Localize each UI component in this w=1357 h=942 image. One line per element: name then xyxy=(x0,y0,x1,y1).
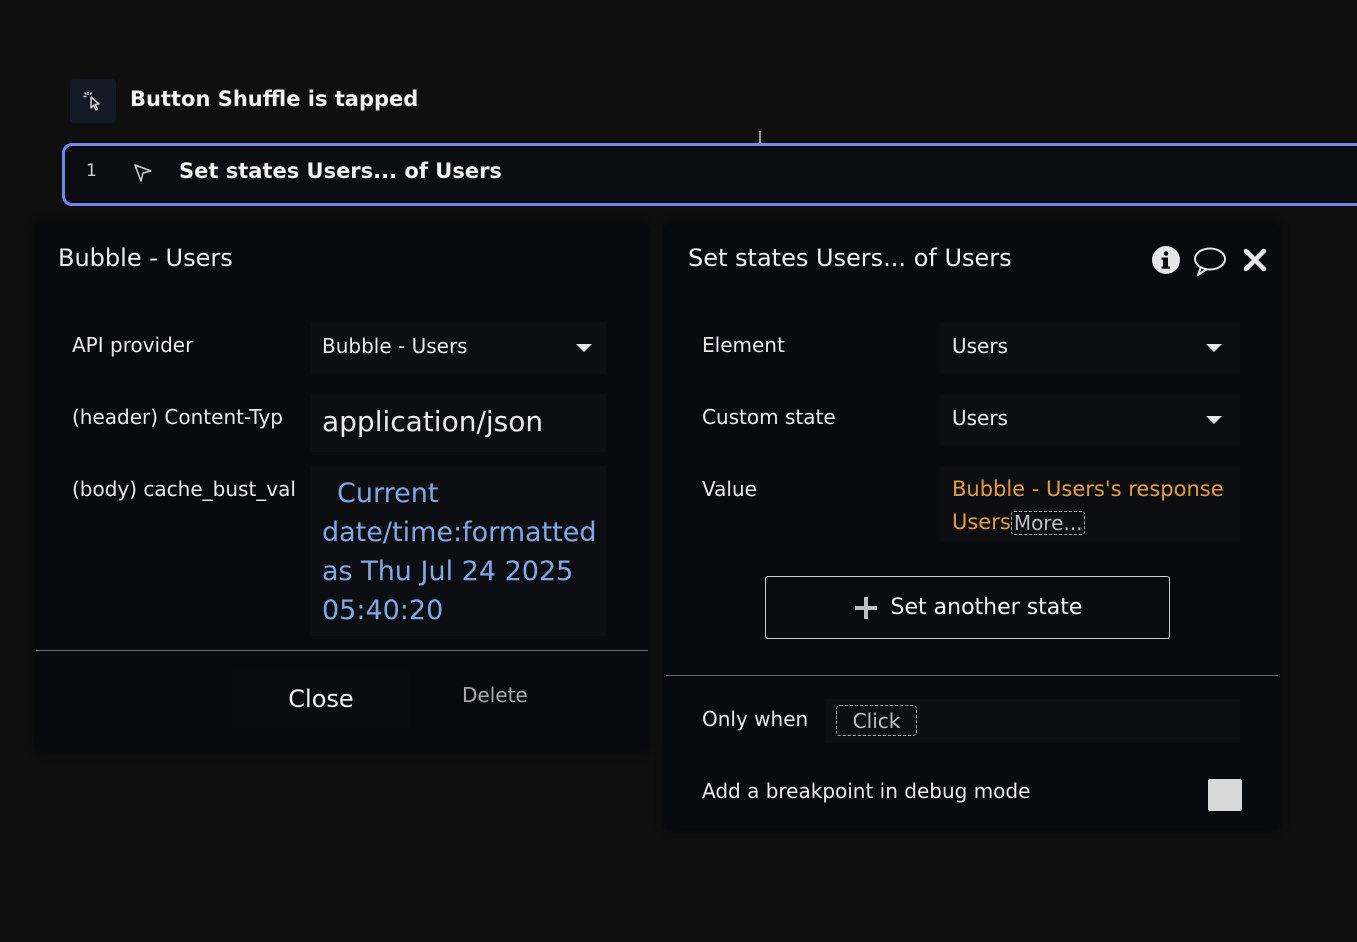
dynamic-expression[interactable]: Current date/time:formatted as Thu Jul 2… xyxy=(322,474,597,630)
pointer-click-icon xyxy=(70,79,116,123)
field-label-value: Value xyxy=(702,477,757,501)
close-button[interactable]: Close xyxy=(232,668,410,730)
panel-title: Bubble - Users xyxy=(58,244,233,272)
field-label-element: Element xyxy=(702,333,785,357)
custom-state-value: Users xyxy=(952,406,1009,430)
close-icon[interactable] xyxy=(1243,248,1267,276)
content-type-value: application/json xyxy=(322,405,544,438)
element-value: Users xyxy=(952,334,1009,358)
field-label-cache-bust: (body) cache_bust_val xyxy=(72,477,296,501)
api-provider-value: Bubble - Users xyxy=(322,334,468,358)
panel-title: Set states Users... of Users xyxy=(688,244,1012,272)
plus-icon xyxy=(854,596,877,619)
chevron-down-icon xyxy=(1206,416,1222,424)
only-when-placeholder[interactable]: Click xyxy=(836,705,917,736)
divider xyxy=(36,650,648,651)
cursor-arrow-icon xyxy=(132,162,154,188)
chevron-down-icon xyxy=(1206,344,1222,352)
field-label-content-type: (header) Content-Typ xyxy=(72,405,283,429)
breakpoint-label: Add a breakpoint in debug mode xyxy=(702,779,1031,803)
chevron-down-icon xyxy=(576,344,592,352)
step-number: 1 xyxy=(86,161,97,181)
trigger-title[interactable]: Button Shuffle is tapped xyxy=(130,87,418,111)
more-link[interactable]: More... xyxy=(1010,510,1086,535)
delete-button[interactable]: Delete xyxy=(462,683,528,707)
breakpoint-checkbox[interactable] xyxy=(1208,779,1242,811)
connector-line xyxy=(759,131,761,143)
field-label-custom-state: Custom state xyxy=(702,405,836,429)
set-another-state-button[interactable]: Set another state xyxy=(765,576,1170,639)
divider xyxy=(666,675,1278,676)
set-another-state-label: Set another state xyxy=(890,595,1083,620)
only-when-label: Only when xyxy=(702,707,809,731)
comment-icon[interactable] xyxy=(1193,246,1227,282)
step-title[interactable]: Set states Users... of Users xyxy=(179,159,502,183)
field-label-api-provider: API provider xyxy=(72,333,194,357)
dynamic-expression[interactable]: Bubble - Users's response Users More... xyxy=(952,473,1224,539)
info-icon[interactable] xyxy=(1151,245,1181,279)
